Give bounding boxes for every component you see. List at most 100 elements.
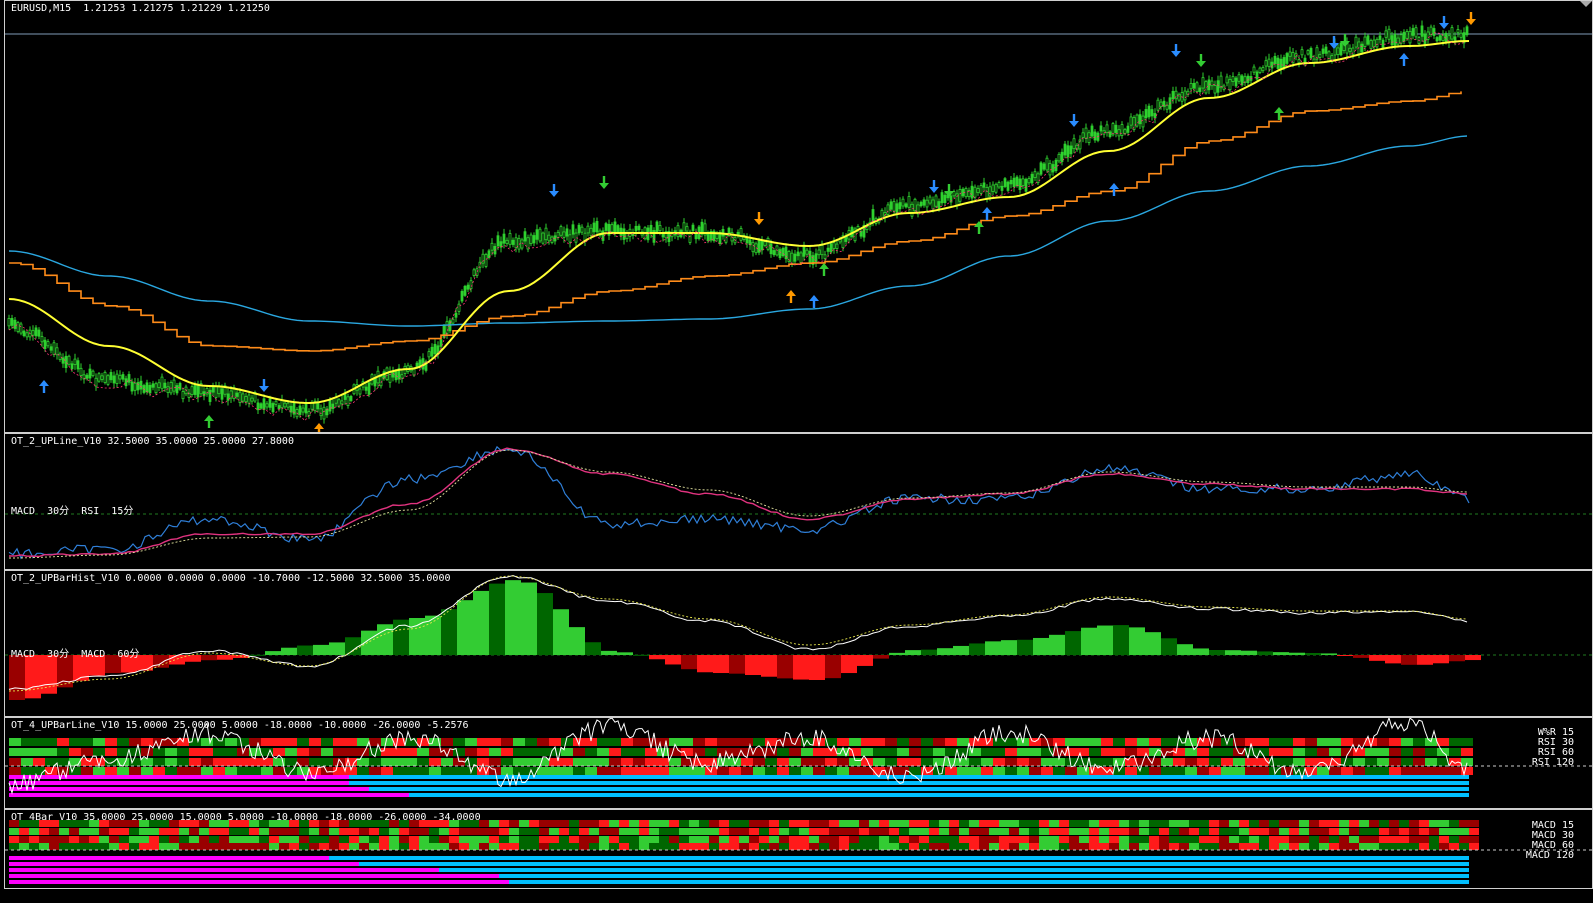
- signal-cell: [299, 820, 309, 827]
- barhist-pane[interactable]: OT_2_UPBarHist_V10 0.0000 0.0000 0.0000 …: [4, 570, 1593, 717]
- signal-cell: [69, 828, 79, 835]
- candle-body: [106, 375, 110, 385]
- candle-body: [580, 226, 584, 233]
- signal-cell: [393, 767, 405, 775]
- candle-body: [829, 243, 833, 253]
- signal-cell: [399, 820, 409, 827]
- signal-cell: [621, 758, 633, 766]
- signal-cell: [285, 748, 297, 756]
- signal-cell: [705, 738, 717, 746]
- signal-cell: [989, 820, 999, 827]
- signal-cell: [489, 836, 499, 843]
- candle-body: [109, 372, 113, 381]
- signal-cell: [1221, 767, 1233, 775]
- signal-cell: [149, 820, 159, 827]
- signal-cell: [861, 748, 873, 756]
- signal-cell: [529, 836, 539, 843]
- barline-pane[interactable]: OT_4_UPBarLine_V10 15.0000 25.0000 5.000…: [4, 717, 1593, 809]
- signal-cell: [1209, 828, 1219, 835]
- histogram-bar: [1305, 652, 1321, 655]
- candle-body: [907, 196, 911, 208]
- signal-cell: [1409, 843, 1419, 850]
- signal-cell: [537, 758, 549, 766]
- upline-pane[interactable]: OT_2_UPLine_V10 32.5000 35.0000 25.0000 …: [4, 433, 1593, 570]
- candle-body: [100, 375, 104, 380]
- upline-chart-svg[interactable]: [5, 434, 1593, 570]
- signal-cell: [1041, 767, 1053, 775]
- signal-cell: [489, 748, 501, 756]
- signal-cell: [1219, 836, 1229, 843]
- candle-body: [115, 373, 119, 384]
- ma-fast-line: [8, 40, 1470, 405]
- signal-cell: [539, 836, 549, 843]
- signal-cell: [619, 836, 629, 843]
- candle-body: [1024, 178, 1028, 192]
- signal-cell: [499, 843, 509, 850]
- signal-cell: [219, 836, 229, 843]
- candle-body: [40, 336, 44, 343]
- signal-cell: [329, 828, 339, 835]
- signal-cell: [679, 820, 689, 827]
- candle-body: [781, 247, 785, 257]
- signal-cell: [1161, 767, 1173, 775]
- signal-cell: [749, 843, 759, 850]
- candle-body: [520, 239, 524, 249]
- signal-cell: [1209, 820, 1219, 827]
- signal-cell: [999, 843, 1009, 850]
- signal-cell: [1317, 767, 1329, 775]
- signal-cell: [649, 828, 659, 835]
- candle-body: [1012, 177, 1016, 188]
- signal-cell: [969, 758, 981, 766]
- signal-cell: [213, 758, 225, 766]
- signal-cell: [1377, 748, 1389, 756]
- signal-cell: [1259, 828, 1269, 835]
- signal-cell: [619, 828, 629, 835]
- signal-cell: [529, 828, 539, 835]
- signal-cell: [849, 828, 859, 835]
- histogram-bar: [569, 627, 585, 655]
- candle-body: [1207, 79, 1211, 91]
- signal-cell: [561, 767, 573, 775]
- candle-body: [127, 374, 131, 383]
- signal-cell: [405, 748, 417, 756]
- barhist-chart-svg[interactable]: [5, 571, 1593, 717]
- fourbar-chart-svg[interactable]: [5, 810, 1593, 889]
- cyan-band: [439, 868, 1469, 872]
- signal-cell: [909, 836, 919, 843]
- signal-cell: [21, 748, 33, 756]
- signal-cell: [1439, 828, 1449, 835]
- histogram-bar: [1385, 655, 1401, 664]
- signal-cell: [1149, 828, 1159, 835]
- signal-cell: [239, 828, 249, 835]
- fourbar-pane[interactable]: OT_4Bar_V10 35.0000 25.0000 15.0000 5.00…: [4, 809, 1593, 889]
- signal-cell: [1159, 828, 1169, 835]
- price-chart-svg[interactable]: [5, 1, 1593, 433]
- candle-body: [76, 360, 80, 370]
- candle-body: [1426, 31, 1430, 40]
- signal-cell: [289, 828, 299, 835]
- price-pane[interactable]: EURUSD,M15 1.21253 1.21275 1.21229 1.212…: [4, 0, 1593, 433]
- candle-body: [1084, 127, 1088, 139]
- signal-cell: [1293, 758, 1305, 766]
- histogram-bar: [297, 645, 313, 655]
- signal-cell: [69, 748, 81, 756]
- signal-cell: [839, 843, 849, 850]
- candle-body: [31, 330, 35, 336]
- signal-cell: [561, 758, 573, 766]
- barline-chart-svg[interactable]: [5, 718, 1593, 809]
- signal-cell: [1233, 758, 1245, 766]
- signal-cell: [1229, 843, 1239, 850]
- signal-cell: [1159, 843, 1169, 850]
- signal-cell: [657, 738, 669, 746]
- candle-body: [166, 386, 170, 393]
- signal-cell: [381, 758, 393, 766]
- signal-cell: [1409, 828, 1419, 835]
- candle-body: [322, 406, 326, 420]
- candle-body: [139, 380, 143, 390]
- candle-body: [1405, 31, 1409, 39]
- signal-cell: [309, 843, 319, 850]
- signal-cell: [869, 836, 879, 843]
- candle-body: [307, 411, 311, 416]
- signal-cell: [1469, 820, 1479, 827]
- signal-cell: [297, 748, 309, 756]
